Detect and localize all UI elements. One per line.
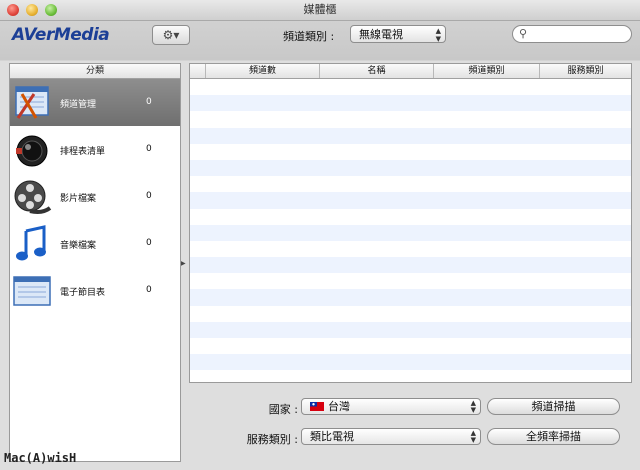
table-row: [190, 257, 631, 274]
table-row: [190, 95, 631, 112]
table-row: [190, 306, 631, 322]
table-row: [190, 79, 631, 95]
sidebar-item-schedule-list[interactable]: 排程表清單 0: [10, 126, 180, 173]
close-window-button[interactable]: [7, 4, 19, 16]
column-header-channel-number[interactable]: 頻道數: [206, 64, 320, 78]
sidebar-item-count: 0: [146, 285, 152, 295]
column-header-service-category[interactable]: 服務類別: [540, 64, 631, 78]
sidebar-item-label: 影片檔案: [60, 194, 97, 204]
minimize-window-button[interactable]: [26, 4, 38, 16]
sidebar-item-count: 0: [146, 97, 152, 107]
search-field[interactable]: ⚲: [512, 25, 632, 43]
sidebar-item-label: 頻道管理: [60, 100, 97, 110]
service-category-value: 類比電視: [310, 430, 354, 443]
sidebar-item-epg[interactable]: 電子節目表 0: [10, 267, 180, 314]
sidebar-header[interactable]: 分類: [10, 64, 180, 79]
sidebar-item-label: 排程表清單: [60, 147, 106, 157]
table-row: [190, 370, 631, 382]
table-header: 頻道數 名稱 頻道類別 服務類別: [190, 64, 631, 79]
sidebar-item-label: 音樂檔案: [60, 241, 97, 251]
gear-menu-button[interactable]: ⚙▾: [152, 25, 190, 45]
country-select[interactable]: 台灣 ▲ ▼: [301, 398, 481, 415]
table-row: [190, 192, 631, 209]
table-row: [190, 111, 631, 127]
taiwan-flag-icon: [310, 402, 324, 411]
watermark: Mac(A)wisH: [4, 451, 77, 465]
title-bar: 媒體櫃: [0, 0, 640, 21]
sidebar-item-channel-manager[interactable]: 頻道管理 0: [10, 79, 180, 126]
table-row: [190, 224, 631, 241]
column-header-check[interactable]: [190, 64, 206, 78]
window-title: 媒體櫃: [303, 3, 337, 16]
sidebar-item-video-files[interactable]: 影片檔案 0: [10, 173, 180, 220]
sidebar-item-label: 電子節目表: [60, 288, 106, 298]
schedule-list-icon: [16, 135, 48, 167]
table-row: [190, 241, 631, 257]
table-row: [190, 159, 631, 177]
channel-manager-icon: [15, 86, 49, 119]
country-label: 國家 :: [268, 403, 298, 416]
service-category-select[interactable]: 類比電視 ▲ ▼: [301, 428, 481, 445]
column-header-name[interactable]: 名稱: [320, 64, 434, 78]
avermedia-logo: AVerMedia: [12, 25, 110, 45]
chevron-down-icon: ▾: [173, 28, 180, 42]
full-frequency-scan-button[interactable]: 全頻率掃描: [487, 428, 620, 445]
sidebar-item-count: 0: [146, 144, 152, 154]
splitter-handle[interactable]: ▶: [181, 260, 186, 267]
music-note-icon: [16, 225, 46, 261]
table-row: [190, 144, 631, 160]
country-value: 台灣: [328, 400, 350, 413]
channel-category-select[interactable]: 無線電視 ▲ ▼: [350, 25, 446, 43]
service-category-label: 服務類別 :: [246, 433, 298, 446]
updown-arrows-icon: ▲ ▼: [435, 27, 441, 43]
epg-icon: [13, 276, 51, 306]
table-row: [190, 354, 631, 371]
updown-arrows-icon: ▲ ▼: [470, 429, 476, 444]
gear-icon: ⚙: [162, 28, 174, 42]
media-library-window: 媒體櫃 AVerMedia ⚙▾ 頻道類別 : 無線電視 ▲ ▼ ⚲ 分類 頻道…: [0, 0, 640, 470]
film-reel-icon: [14, 180, 52, 214]
channel-scan-button[interactable]: 頻道掃描: [487, 398, 620, 415]
table-row: [190, 273, 631, 289]
search-icon: ⚲: [519, 27, 528, 40]
column-header-channel-category[interactable]: 頻道類別: [434, 64, 540, 78]
updown-arrows-icon: ▲ ▼: [470, 399, 476, 414]
channel-category-label: 頻道類別 :: [283, 30, 335, 43]
table-row: [190, 209, 631, 225]
toolbar: AVerMedia ⚙▾ 頻道類別 : 無線電視 ▲ ▼ ⚲: [0, 21, 640, 61]
table-row: [190, 338, 631, 354]
table-row: [190, 127, 631, 144]
sidebar-item-count: 0: [146, 238, 152, 248]
channel-table: 頻道數 名稱 頻道類別 服務類別: [189, 63, 632, 383]
category-sidebar: 分類 頻道管理 0 排程表清單 0 影片檔案 0 音樂檔案 0 電子節目表 0: [9, 63, 181, 462]
table-row: [190, 176, 631, 192]
sidebar-item-count: 0: [146, 191, 152, 201]
table-row: [190, 289, 631, 306]
channel-category-value: 無線電視: [359, 28, 403, 41]
table-row: [190, 321, 631, 338]
sidebar-item-music-files[interactable]: 音樂檔案 0: [10, 220, 180, 267]
zoom-window-button[interactable]: [45, 4, 57, 16]
